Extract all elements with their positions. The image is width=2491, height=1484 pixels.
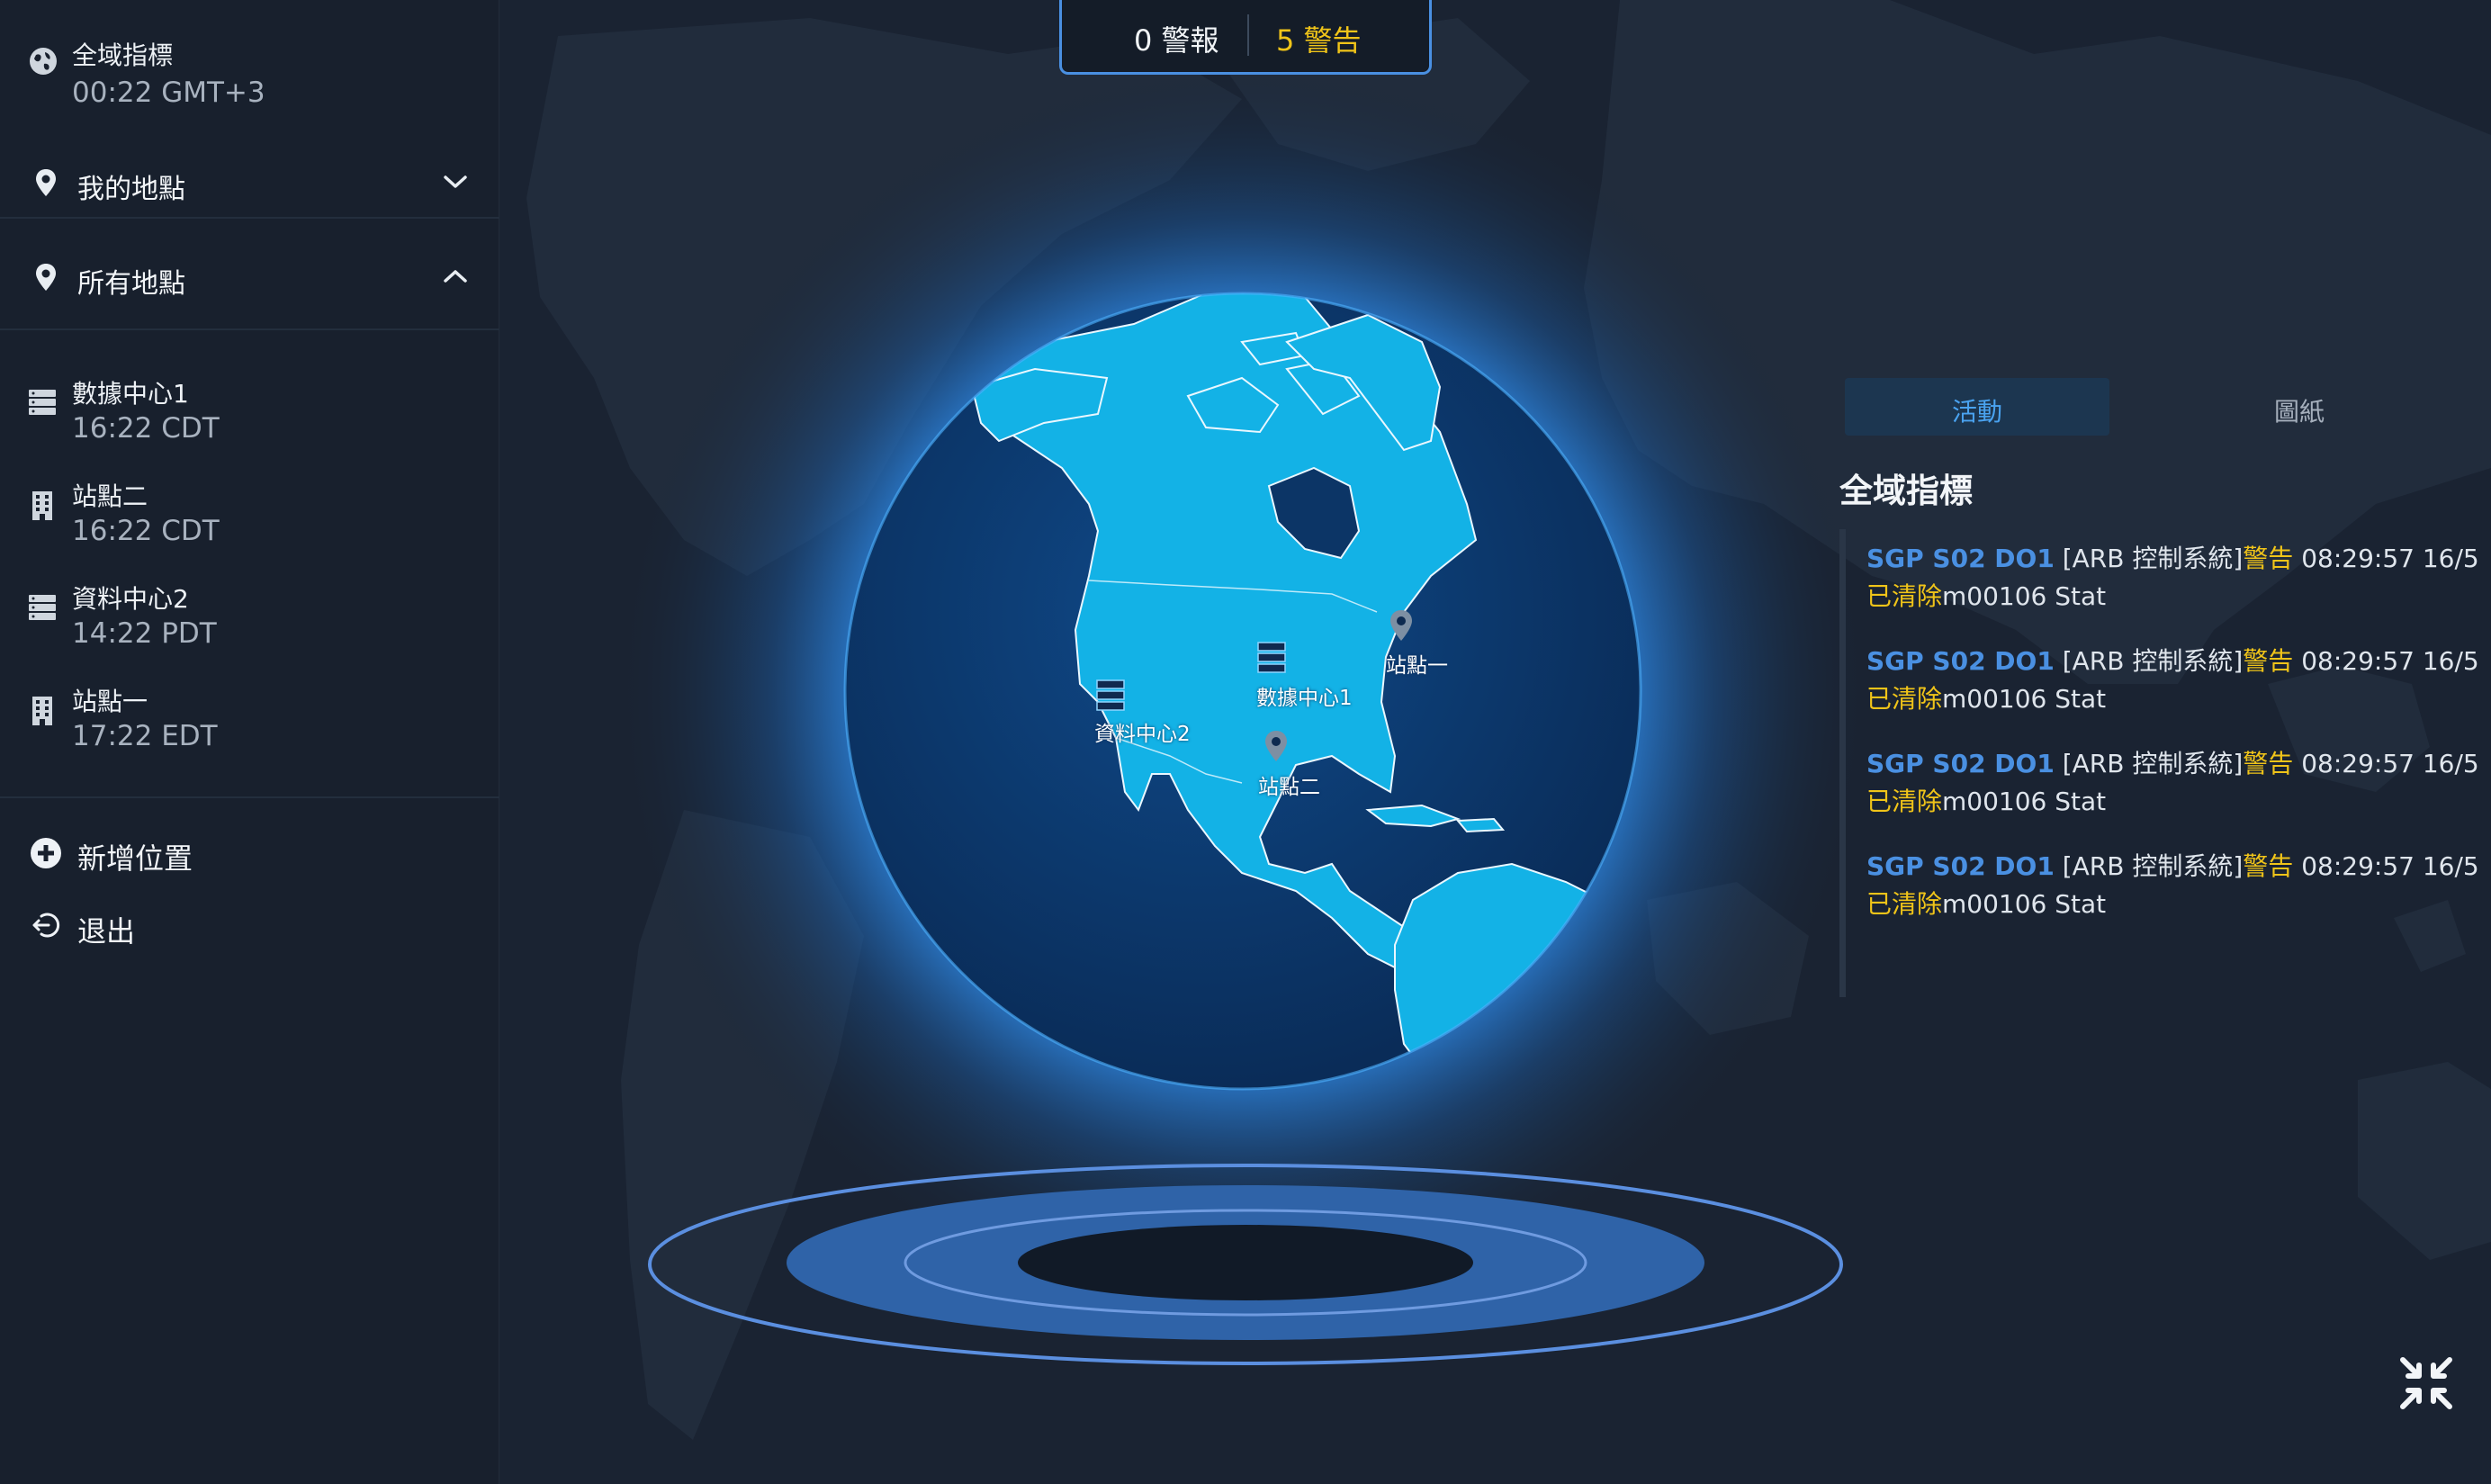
activity-feed-item[interactable]: SGP S02 DO1 [ARB 控制系統]警告 08:29:57 16/5 已…	[1866, 643, 2479, 718]
all-locations-toggle[interactable]: 所有地點	[0, 243, 499, 310]
location-item-site-1[interactable]: 站點一 17:22 EDT	[0, 677, 499, 776]
alarm-count[interactable]: 0 警報	[1134, 18, 1219, 59]
feed-item-detail: m00106 Stat	[1942, 889, 2107, 919]
tab-activity[interactable]: 活動	[1845, 378, 2109, 436]
divider	[0, 328, 499, 330]
my-locations-toggle[interactable]: 我的地點	[0, 148, 499, 216]
feed-item-time: 08:29:57 16/5	[2293, 646, 2479, 676]
feed-item-detail: m00106 Stat	[1942, 684, 2107, 714]
app-root: 數據中心1 資料中心2 站點一 站點二 全域指標 00:22 GMT+3 我的地…	[0, 0, 2491, 1484]
server-icon	[29, 595, 56, 620]
logout-label: 退出	[77, 914, 136, 949]
tab-activity-label: 活動	[1951, 397, 2002, 427]
alert-status-bar[interactable]: 0 警報 5 警告	[1059, 0, 1432, 75]
globe-marker-label: 站點一	[1386, 654, 1448, 678]
feed-timeline-bar	[1839, 529, 1846, 997]
location-item-datacenter-1[interactable]: 數據中心1 16:22 CDT	[0, 369, 499, 468]
globe-marker-datacenter-2[interactable]	[1093, 679, 1128, 718]
server-icon	[29, 390, 56, 415]
location-name: 站點二	[72, 481, 148, 511]
location-name: 站點一	[72, 687, 148, 716]
globe-marker-label: 站點二	[1258, 776, 1320, 799]
feed-item-state: 已清除	[1866, 889, 1943, 919]
server-icon	[1096, 679, 1125, 711]
collapse-arrows-icon	[2400, 1357, 2452, 1409]
globe-marker-site-2[interactable]	[1263, 729, 1290, 767]
feed-item-id: SGP S02 DO1	[1866, 544, 2055, 573]
activity-feed-item[interactable]: SGP S02 DO1 [ARB 控制系統]警告 08:29:57 16/5 已…	[1866, 848, 2479, 923]
globe-icon	[30, 48, 57, 75]
add-location-label: 新增位置	[77, 841, 193, 876]
sidebar: 全域指標 00:22 GMT+3 我的地點 所有地點 數據中心1 16:22 C…	[0, 0, 499, 1484]
feed-item-state: 已清除	[1866, 787, 1943, 816]
global-indicator-time: 00:22 GMT+3	[72, 76, 265, 109]
server-icon	[1257, 642, 1286, 673]
logout-button[interactable]: 退出	[0, 896, 499, 959]
map-pin-icon	[1265, 731, 1287, 761]
location-time: 14:22 PDT	[72, 617, 217, 650]
logout-icon	[32, 913, 60, 938]
divider	[0, 217, 499, 219]
tab-drawings[interactable]: 圖紙	[2160, 378, 2439, 436]
feed-item-state: 已清除	[1866, 684, 1943, 714]
chevron-up-icon	[444, 270, 467, 283]
my-locations-label: 我的地點	[77, 174, 185, 205]
feed-item-id: SGP S02 DO1	[1866, 851, 2055, 881]
feed-item-message: [ARB 控制系統]	[2054, 851, 2244, 881]
chevron-down-icon	[444, 175, 467, 188]
location-name: 數據中心1	[72, 379, 189, 409]
map-pin-icon	[36, 264, 56, 291]
globe-marker-datacenter-1[interactable]	[1254, 641, 1289, 680]
feed-item-time: 08:29:57 16/5	[2293, 851, 2479, 881]
globe-marker-site-1[interactable]	[1388, 608, 1415, 646]
feed-item-id: SGP S02 DO1	[1866, 749, 2055, 778]
location-time: 16:22 CDT	[72, 515, 220, 547]
building-icon	[32, 491, 52, 520]
feed-item-time: 08:29:57 16/5	[2293, 544, 2479, 573]
feed-item-time: 08:29:57 16/5	[2293, 749, 2479, 778]
location-time: 17:22 EDT	[72, 720, 218, 752]
all-locations-label: 所有地點	[77, 268, 185, 300]
feed-item-level: 警告	[2243, 851, 2294, 881]
location-list: 數據中心1 16:22 CDT 站點二 16:22 CDT 資料中心2 14:2…	[0, 360, 499, 774]
location-name: 資料中心2	[72, 584, 189, 614]
panel-title: 全域指標	[1839, 472, 1973, 510]
add-location-button[interactable]: 新增位置	[0, 823, 499, 886]
feed-item-detail: m00106 Stat	[1942, 787, 2107, 816]
location-item-site-2[interactable]: 站點二 16:22 CDT	[0, 472, 499, 571]
map-pin-icon	[1390, 610, 1412, 641]
feed-item-detail: m00106 Stat	[1942, 581, 2107, 611]
warning-count[interactable]: 5 警告	[1276, 18, 1362, 59]
building-icon	[32, 697, 52, 725]
divider	[0, 796, 499, 798]
feed-item-message: [ARB 控制系統]	[2054, 749, 2244, 778]
activity-feed-item[interactable]: SGP S02 DO1 [ARB 控制系統]警告 08:29:57 16/5 已…	[1866, 745, 2479, 821]
feed-item-message: [ARB 控制系統]	[2054, 544, 2244, 573]
location-item-datacenter-2[interactable]: 資料中心2 14:22 PDT	[0, 574, 499, 673]
location-time: 16:22 CDT	[72, 412, 220, 445]
tab-drawings-label: 圖紙	[2273, 397, 2325, 427]
plus-circle-icon	[31, 838, 61, 868]
map-pin-icon	[36, 169, 56, 196]
feed-item-state: 已清除	[1866, 581, 1943, 611]
globe-marker-label: 資料中心2	[1094, 723, 1191, 746]
global-indicator-title: 全域指標	[72, 40, 174, 70]
global-indicator[interactable]: 全域指標 00:22 GMT+3	[0, 0, 499, 144]
globe[interactable]	[499, 0, 2491, 1484]
collapse-view-button[interactable]	[2397, 1354, 2455, 1412]
feed-item-level: 警告	[2243, 646, 2294, 676]
status-divider	[1247, 14, 1249, 56]
feed-item-level: 警告	[2243, 749, 2294, 778]
globe-marker-label: 數據中心1	[1256, 687, 1353, 710]
activity-feed-item[interactable]: SGP S02 DO1 [ARB 控制系統]警告 08:29:57 16/5 已…	[1866, 540, 2479, 616]
feed-item-message: [ARB 控制系統]	[2054, 646, 2244, 676]
feed-item-id: SGP S02 DO1	[1866, 646, 2055, 676]
feed-item-level: 警告	[2243, 544, 2294, 573]
